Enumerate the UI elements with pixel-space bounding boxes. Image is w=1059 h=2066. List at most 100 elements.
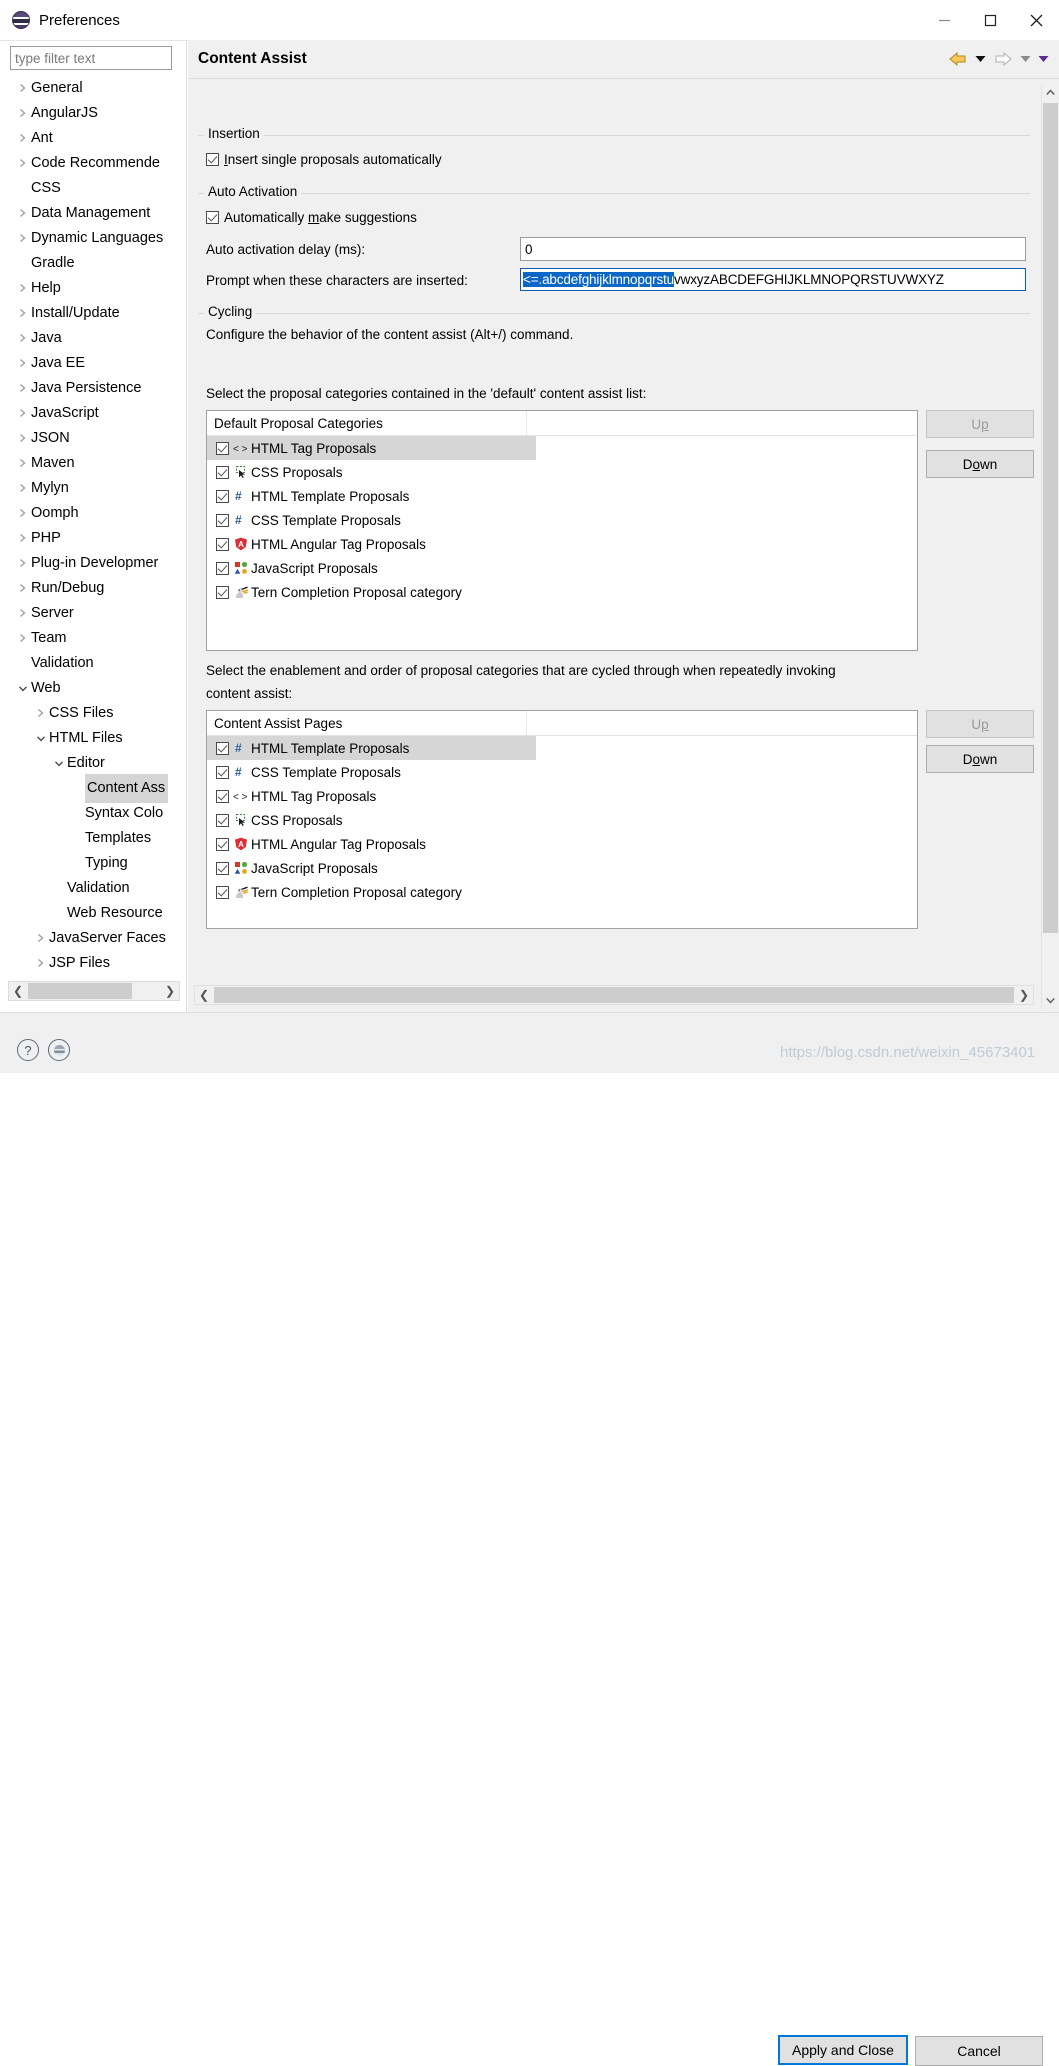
content-vertical-scrollbar[interactable] (1041, 84, 1059, 1009)
proposal-checkbox[interactable] (216, 885, 229, 899)
chevron-right-icon[interactable] (14, 276, 31, 301)
sidebar-item-json[interactable]: JSON (8, 426, 180, 451)
sidebar-item-run-debug[interactable]: Run/Debug (8, 576, 180, 601)
sidebar-item-team[interactable]: Team (8, 626, 180, 651)
sidebar-item-editor[interactable]: Editor (8, 751, 180, 776)
auto-suggest-checkbox[interactable] (206, 211, 219, 224)
chevron-right-icon[interactable] (14, 551, 31, 576)
content-assist-pages-list[interactable]: Content Assist Pages # HTML Template Prop… (206, 710, 918, 929)
back-dropdown-arrow-icon[interactable] (975, 55, 986, 63)
proposal-checkbox[interactable] (216, 537, 229, 551)
content-scroll-vthumb[interactable] (1043, 103, 1058, 933)
sidebar-item-ant[interactable]: Ant (8, 126, 180, 151)
chevron-right-icon[interactable] (14, 576, 31, 601)
sidebar-item-angularjs[interactable]: AngularJS (8, 101, 180, 126)
proposal-checkbox[interactable] (216, 789, 229, 803)
sidebar-item-java-persistence[interactable]: Java Persistence (8, 376, 180, 401)
chevron-right-icon[interactable] (14, 126, 31, 151)
proposal-checkbox[interactable] (216, 489, 229, 503)
scroll-up-icon[interactable] (1042, 84, 1059, 101)
proposal-checkbox[interactable] (216, 837, 229, 851)
chevron-right-icon[interactable] (14, 426, 31, 451)
sidebar-item-css[interactable]: CSS (8, 176, 180, 201)
insert-single-proposals-checkbox[interactable] (206, 153, 219, 166)
list-item[interactable]: JavaScript Proposals (207, 856, 917, 880)
sidebar-item-web-resource[interactable]: Web Resource (8, 901, 180, 926)
proposal-checkbox[interactable] (216, 585, 229, 599)
list-item[interactable]: CSS Proposals (207, 808, 917, 832)
list-item[interactable]: < > HTML Tag Proposals (207, 436, 536, 460)
list-item[interactable]: # HTML Template Proposals (207, 736, 536, 760)
content-scroll-left-icon[interactable]: ❮ (195, 988, 213, 1002)
chevron-right-icon[interactable] (14, 626, 31, 651)
auto-suggest-checkbox-row[interactable]: Automatically make suggestions (206, 210, 417, 225)
chevron-right-icon[interactable] (14, 351, 31, 376)
chevron-right-icon[interactable] (32, 926, 49, 951)
forward-arrow-icon[interactable] (993, 51, 1013, 67)
forward-dropdown-arrow-icon[interactable] (1020, 55, 1031, 63)
scroll-right-icon[interactable]: ❯ (161, 984, 179, 998)
list-item[interactable]: CSS Proposals (207, 460, 917, 484)
list-item[interactable]: # CSS Template Proposals (207, 760, 917, 784)
sidebar-item-plug-in-developmer[interactable]: Plug-in Developmer (8, 551, 180, 576)
prompt-characters-input[interactable]: <=.abcdefghijklmnopqrstu vwxyzABCDEFGHIJK… (520, 268, 1026, 291)
sidebar-item-dynamic-languages[interactable]: Dynamic Languages (8, 226, 180, 251)
preferences-tree[interactable]: General AngularJS Ant Code Recommende CSS Dat… (8, 76, 180, 979)
cycle-list-up-button[interactable]: Up (926, 710, 1034, 738)
cycle-list-down-button[interactable]: Do wn (926, 745, 1034, 773)
list-item[interactable]: A HTML Angular Tag Proposals (207, 532, 917, 556)
default-proposal-categories-list[interactable]: Default Proposal Categories < > HTML Tag … (206, 410, 918, 651)
proposal-checkbox[interactable] (216, 861, 229, 875)
list-item[interactable]: < > HTML Tag Proposals (207, 784, 917, 808)
sidebar-item-oomph[interactable]: Oomph (8, 501, 180, 526)
apply-and-close-button[interactable]: Apply and Close (778, 2035, 908, 2065)
proposal-checkbox[interactable] (216, 813, 229, 827)
sidebar-item-mylyn[interactable]: Mylyn (8, 476, 180, 501)
chevron-right-icon[interactable] (32, 701, 49, 726)
chevron-right-icon[interactable] (14, 201, 31, 226)
list-item[interactable]: Tern Completion Proposal category (207, 580, 917, 604)
chevron-right-icon[interactable] (14, 526, 31, 551)
sidebar-item-html-files[interactable]: HTML Files (8, 726, 180, 751)
minimize-button[interactable] (921, 0, 967, 40)
list-item[interactable]: # HTML Template Proposals (207, 484, 917, 508)
sidebar-item-syntax-colo[interactable]: Syntax Colo (8, 801, 180, 826)
sidebar-item-code-recommende[interactable]: Code Recommende (8, 151, 180, 176)
sidebar-item-general[interactable]: General (8, 76, 180, 101)
default-list-up-button[interactable]: Up (926, 410, 1034, 438)
sidebar-item-server[interactable]: Server (8, 601, 180, 626)
sidebar-item-templates[interactable]: Templates (8, 826, 180, 851)
sidebar-item-web-page-editor[interactable]: Web Page Editor (8, 976, 180, 979)
scroll-left-icon[interactable]: ❮ (9, 984, 27, 998)
content-scroll-right-icon[interactable]: ❯ (1015, 988, 1033, 1002)
chevron-right-icon[interactable] (14, 501, 31, 526)
sidebar-item-php[interactable]: PHP (8, 526, 180, 551)
sidebar-item-maven[interactable]: Maven (8, 451, 180, 476)
chevron-down-icon[interactable] (14, 676, 31, 701)
chevron-right-icon[interactable] (14, 451, 31, 476)
tree-scroll-thumb[interactable] (28, 983, 132, 999)
list-item[interactable]: A HTML Angular Tag Proposals (207, 832, 917, 856)
insert-single-proposals-checkbox-row[interactable]: Insert single proposals automatically (206, 152, 442, 167)
back-arrow-icon[interactable] (948, 51, 968, 67)
proposal-checkbox[interactable] (216, 741, 229, 755)
proposal-checkbox[interactable] (216, 513, 229, 527)
question-mark-icon[interactable]: ? (17, 1039, 39, 1061)
chevron-right-icon[interactable] (14, 376, 31, 401)
chevron-right-icon[interactable] (14, 101, 31, 126)
content-scroll-thumb[interactable] (214, 987, 1014, 1003)
chevron-right-icon[interactable] (14, 226, 31, 251)
sidebar-item-install-update[interactable]: Install/Update (8, 301, 180, 326)
sidebar-item-validation[interactable]: Validation (8, 651, 180, 676)
proposal-checkbox[interactable] (216, 561, 229, 575)
sidebar-item-web[interactable]: Web (8, 676, 180, 701)
sidebar-item-help[interactable]: Help (8, 276, 180, 301)
chevron-right-icon[interactable] (14, 401, 31, 426)
sidebar-item-java[interactable]: Java (8, 326, 180, 351)
search-input[interactable] (10, 46, 172, 70)
chevron-right-icon[interactable] (14, 151, 31, 176)
default-list-down-button[interactable]: Do wn (926, 450, 1034, 478)
content-horizontal-scrollbar[interactable]: ❮ ❯ (194, 985, 1034, 1005)
chevron-right-icon[interactable] (14, 476, 31, 501)
tree-horizontal-scrollbar[interactable]: ❮ ❯ (8, 981, 180, 1001)
